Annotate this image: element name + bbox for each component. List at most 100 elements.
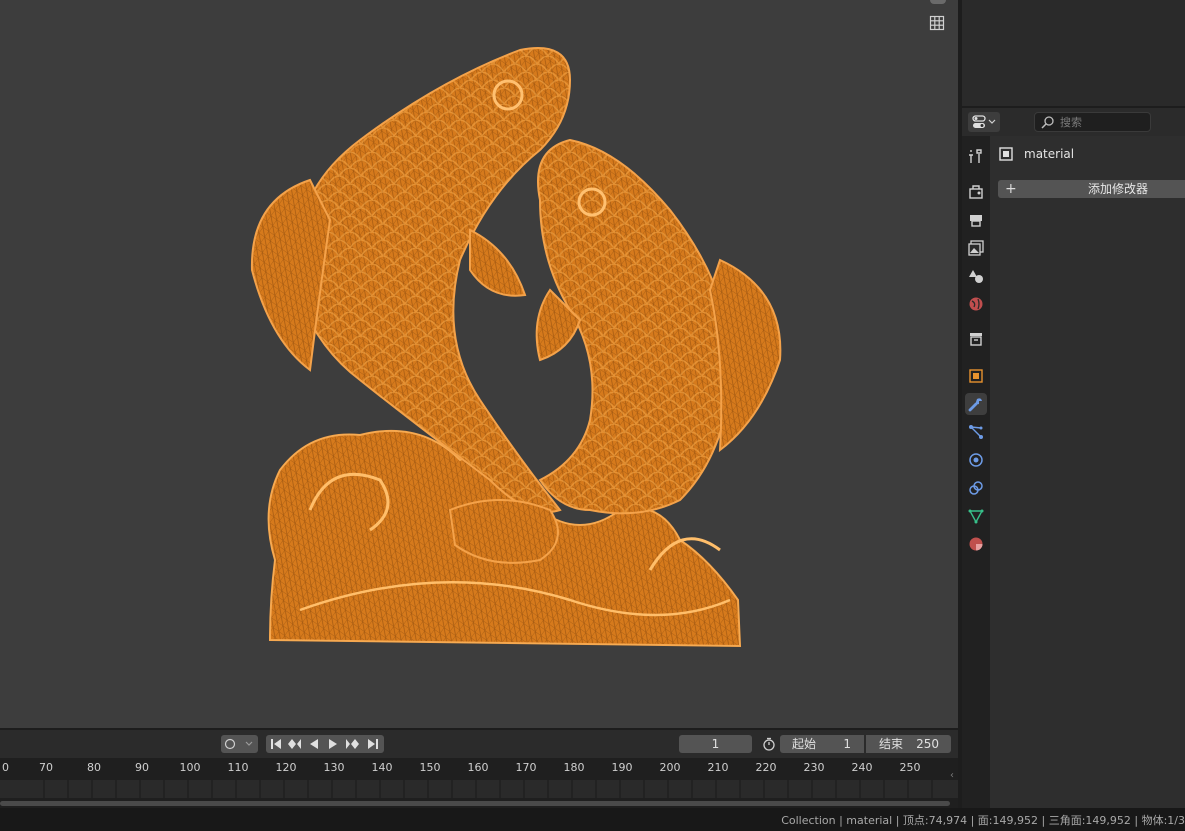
search-placeholder: 搜索 xyxy=(1060,116,1082,129)
timeline-tick-label: 200 xyxy=(659,761,681,774)
play-icon xyxy=(328,739,337,749)
scene-tab[interactable] xyxy=(965,265,987,287)
collection-icon xyxy=(970,333,982,346)
tool-tab[interactable] xyxy=(965,145,987,167)
add-modifier-button[interactable]: + 添加修改器 xyxy=(998,180,1185,198)
image-icon xyxy=(968,240,984,256)
timeline-tick-label: 170 xyxy=(515,761,537,774)
timeline-tick-label: 150 xyxy=(419,761,441,774)
timeline-tick-label: 160 xyxy=(467,761,489,774)
material-tab[interactable] xyxy=(965,533,987,555)
particles-tab[interactable] xyxy=(965,421,987,443)
jump-to-start-button[interactable] xyxy=(266,735,285,753)
scene-icon xyxy=(969,270,983,283)
timeline-tick-label: 220 xyxy=(755,761,777,774)
modifier-properties-panel: material + 添加修改器 xyxy=(990,136,1185,808)
timeline-tick-label: 190 xyxy=(611,761,633,774)
end-frame-field[interactable]: 结束 250 xyxy=(866,735,951,753)
start-frame-label: 起始 xyxy=(792,737,817,751)
physics-icon xyxy=(969,453,983,467)
properties-editor-icon xyxy=(972,115,986,128)
3d-viewport[interactable] xyxy=(0,0,958,728)
right-fish xyxy=(448,138,782,564)
collapse-arrow-icon[interactable]: ‹ xyxy=(950,770,954,781)
jump-to-end-button[interactable] xyxy=(361,735,384,753)
physics-tab[interactable] xyxy=(965,449,987,471)
scrollbar-thumb[interactable] xyxy=(0,801,950,806)
properties-tab-bar xyxy=(962,136,990,808)
track-grid-lines xyxy=(43,780,933,798)
current-frame-field[interactable]: 1 xyxy=(679,735,752,753)
timeline-tick-label: 250 xyxy=(899,761,921,774)
world-icon xyxy=(969,297,983,311)
collection-tab[interactable] xyxy=(965,328,987,350)
timeline-editor[interactable]: 1 起始 1 结束 250 0 70 80 90 100 110 120 130 140 150 1… xyxy=(0,730,958,808)
jump-end-icon xyxy=(367,739,378,749)
timeline-tick-label: 210 xyxy=(707,761,729,774)
play-button[interactable] xyxy=(323,735,342,753)
timeline-ruler[interactable]: 0 70 80 90 100 110 120 130 140 150 160 170 180 190 200… xyxy=(0,758,958,780)
stopwatch-icon[interactable] xyxy=(759,735,779,753)
timeline-tick-label: 120 xyxy=(275,761,297,774)
world-tab[interactable] xyxy=(965,293,987,315)
prev-keyframe-icon xyxy=(287,739,301,749)
grid-icon[interactable] xyxy=(926,12,948,34)
object-tab[interactable] xyxy=(965,365,987,387)
timeline-tick-label: 140 xyxy=(371,761,393,774)
properties-header: 搜索 xyxy=(962,108,1185,136)
end-frame-value: 250 xyxy=(916,737,939,751)
chevron-down-icon xyxy=(988,119,996,124)
modifier-tab[interactable] xyxy=(965,393,987,415)
blender-window: 1 起始 1 结束 250 0 70 80 90 100 110 120 130 140 150 1… xyxy=(0,0,1185,831)
output-tab[interactable] xyxy=(965,209,987,231)
timeline-tick-label: 90 xyxy=(135,761,149,774)
play-reverse-button[interactable] xyxy=(304,735,323,753)
constraints-tab[interactable] xyxy=(965,477,987,499)
keyframe-dot-icon xyxy=(224,738,253,750)
object-icon xyxy=(999,147,1013,161)
next-keyframe-button[interactable] xyxy=(342,735,361,753)
timeline-tick-label: 230 xyxy=(803,761,825,774)
status-bar: Collection | material | 顶点:74,974 | 面:14… xyxy=(0,808,1185,831)
timeline-tick-label: 240 xyxy=(851,761,873,774)
search-icon xyxy=(1041,115,1054,129)
keyframe-type-dropdown[interactable] xyxy=(221,735,258,753)
timeline-tick-label: 100 xyxy=(179,761,201,774)
start-frame-field[interactable]: 起始 1 xyxy=(780,735,864,753)
start-frame-value: 1 xyxy=(843,737,851,751)
render-icon xyxy=(969,185,983,199)
constraint-icon xyxy=(969,481,983,495)
editor-type-dropdown[interactable] xyxy=(968,112,1000,132)
timeline-tick-label: 110 xyxy=(227,761,249,774)
wrench-icon xyxy=(968,398,982,412)
next-keyframe-icon xyxy=(345,739,359,749)
timeline-scrollbar[interactable] xyxy=(0,798,958,808)
timeline-tick-label: 80 xyxy=(87,761,101,774)
view-layer-tab[interactable] xyxy=(965,237,987,259)
timeline-keyframe-track[interactable] xyxy=(0,780,958,798)
end-frame-label: 结束 xyxy=(879,737,904,751)
timeline-tick-label: 130 xyxy=(323,761,345,774)
play-reverse-icon xyxy=(309,739,318,749)
timeline-tick-label: 0 xyxy=(2,761,9,774)
render-tab[interactable] xyxy=(965,181,987,203)
koi-sculpture-mesh[interactable] xyxy=(240,40,790,652)
add-modifier-label: 添加修改器 xyxy=(1087,182,1148,196)
data-tab[interactable] xyxy=(965,505,987,527)
jump-start-icon xyxy=(270,739,281,749)
prev-keyframe-button[interactable] xyxy=(285,735,304,753)
timeline-tick-label: 180 xyxy=(563,761,585,774)
outliner-area[interactable] xyxy=(962,0,1185,106)
object-name-row: material xyxy=(998,144,1074,164)
object-name: material xyxy=(1024,147,1075,161)
properties-search-input[interactable]: 搜索 xyxy=(1034,112,1151,132)
tool-icon xyxy=(969,149,982,163)
object-icon xyxy=(969,369,983,383)
particles-icon xyxy=(969,425,983,439)
printer-icon xyxy=(970,215,982,227)
scene-statistics: Collection | material | 顶点:74,974 | 面:14… xyxy=(781,814,1185,827)
timeline-header: 1 起始 1 结束 250 xyxy=(0,730,958,758)
timeline-tick-label: 70 xyxy=(39,761,53,774)
material-icon xyxy=(969,537,983,551)
mesh-data-icon xyxy=(968,509,984,524)
